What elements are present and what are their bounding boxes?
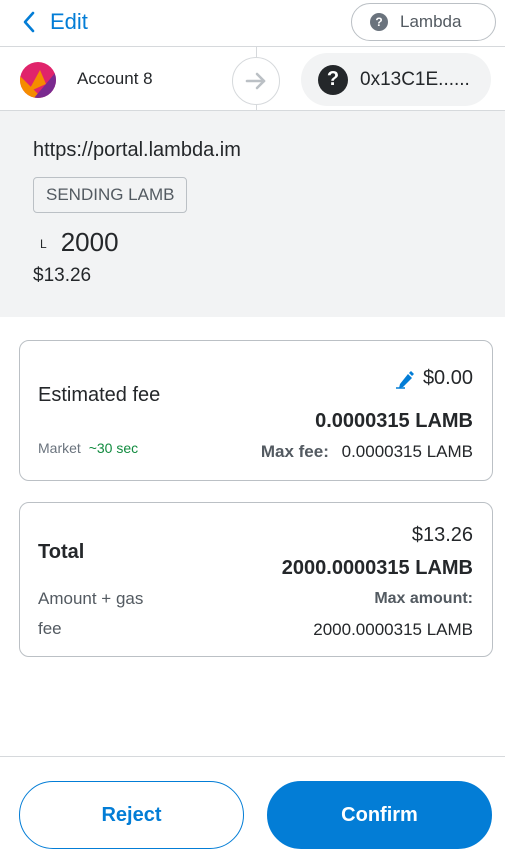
max-fee-row: Max fee: 0.0000315 LAMB bbox=[261, 442, 473, 462]
total-sublabel-line1: Amount + gas bbox=[38, 589, 144, 608]
edit-button[interactable]: Edit bbox=[22, 6, 88, 38]
recipient-address: 0x13C1E...... bbox=[360, 68, 470, 90]
estimated-fee-label: Estimated fee bbox=[38, 384, 161, 406]
max-fee-label: Max fee: bbox=[260, 442, 329, 461]
recipient-address-pill[interactable]: ? 0x13C1E...... bbox=[301, 53, 491, 106]
max-fee-value: 0.0000315 LAMB bbox=[341, 442, 473, 461]
token-symbol: L bbox=[40, 236, 47, 251]
network-name: Lambda bbox=[400, 12, 462, 31]
account-avatar[interactable] bbox=[20, 62, 56, 98]
arrow-right-icon bbox=[232, 57, 280, 105]
total-native: 2000.0000315 LAMB bbox=[281, 557, 473, 579]
transaction-summary: https://portal.lambda.im SENDING LAMB L … bbox=[0, 110, 505, 317]
total-card: Total Amount + gas fee $13.26 2000.00003… bbox=[19, 502, 493, 657]
confirm-button[interactable]: Confirm bbox=[267, 781, 492, 849]
edit-label: Edit bbox=[50, 9, 88, 34]
max-amount-label: Max amount: bbox=[374, 590, 473, 607]
total-label: Total bbox=[38, 541, 85, 563]
fee-native: 0.0000315 LAMB bbox=[315, 410, 473, 432]
network-selector[interactable]: ? Lambda bbox=[351, 3, 496, 41]
token-amount-row: L 2000 bbox=[40, 227, 119, 258]
header: Edit ? Lambda bbox=[0, 0, 505, 46]
market-label: Market bbox=[38, 440, 81, 456]
question-mark-icon: ? bbox=[318, 64, 348, 95]
fee-fiat: $0.00 bbox=[422, 367, 473, 389]
market-time: ~30 sec bbox=[88, 440, 139, 456]
sender-recipient-row: Account 8 ? 0x13C1E...... bbox=[0, 46, 505, 111]
footer: Reject Confirm bbox=[0, 756, 505, 867]
identicon-icon bbox=[20, 62, 56, 98]
total-fiat: $13.26 bbox=[411, 524, 473, 546]
fee-speed: Market ~30 sec bbox=[38, 440, 138, 456]
origin-url: https://portal.lambda.im bbox=[33, 139, 241, 161]
sender-account-name[interactable]: Account 8 bbox=[77, 69, 153, 89]
edit-gas-icon[interactable] bbox=[395, 369, 415, 389]
question-mark-icon: ? bbox=[370, 13, 388, 31]
total-sublabel-line2: fee bbox=[38, 619, 62, 638]
action-badge: SENDING LAMB bbox=[33, 177, 188, 213]
fiat-amount: $13.26 bbox=[33, 265, 92, 286]
max-amount-value: 2000.0000315 LAMB bbox=[313, 620, 473, 639]
reject-button[interactable]: Reject bbox=[19, 781, 244, 849]
fee-card: Estimated fee Market ~30 sec $0.00 0.000… bbox=[19, 340, 493, 481]
fee-fiat-row: $0.00 bbox=[395, 367, 473, 390]
chevron-left-icon bbox=[23, 11, 35, 33]
token-amount: 2000 bbox=[60, 227, 119, 257]
